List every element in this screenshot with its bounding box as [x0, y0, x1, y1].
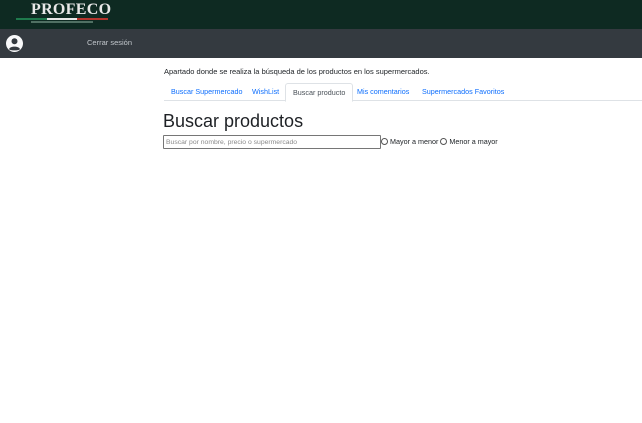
logo-stripe-red [77, 18, 109, 20]
profeco-logo[interactable]: PROFECO [16, 1, 112, 27]
section-tabs: Buscar Supermercado WishList Buscar prod… [164, 83, 642, 102]
section-description: Apartado donde se realiza la búsqueda de… [164, 67, 430, 76]
page-title: Buscar productos [163, 111, 304, 131]
logo-text: PROFECO [31, 1, 112, 18]
logo-flag-stripes [16, 18, 109, 20]
tab-supermercados-favoritos[interactable]: Supermercados Favoritos [415, 83, 511, 101]
tab-buscar-producto[interactable]: Buscar producto [285, 83, 354, 102]
product-search-input[interactable] [163, 135, 381, 149]
sort-asc-radio[interactable] [440, 138, 448, 145]
tab-wishlist[interactable]: WishList [245, 83, 286, 101]
user-circle-icon[interactable] [6, 35, 23, 52]
top-navbar: PROFECO [0, 0, 642, 29]
sort-asc-label[interactable]: Menor a mayor [449, 137, 497, 146]
logo-stripe-white [46, 18, 78, 20]
sort-radio-group: Mayor a menor Menor a mayor [381, 137, 500, 146]
user-bar: Cerrar sesión [0, 29, 642, 58]
tab-buscar-supermercado[interactable]: Buscar Supermercado [164, 83, 250, 101]
logo-tagline [31, 21, 93, 23]
logo-stripe-green [16, 18, 47, 20]
sort-desc-label[interactable]: Mayor a menor [390, 137, 438, 146]
sort-desc-radio[interactable] [381, 138, 388, 145]
tab-mis-comentarios[interactable]: Mis comentarios [350, 83, 416, 101]
logout-link[interactable]: Cerrar sesión [87, 38, 132, 47]
